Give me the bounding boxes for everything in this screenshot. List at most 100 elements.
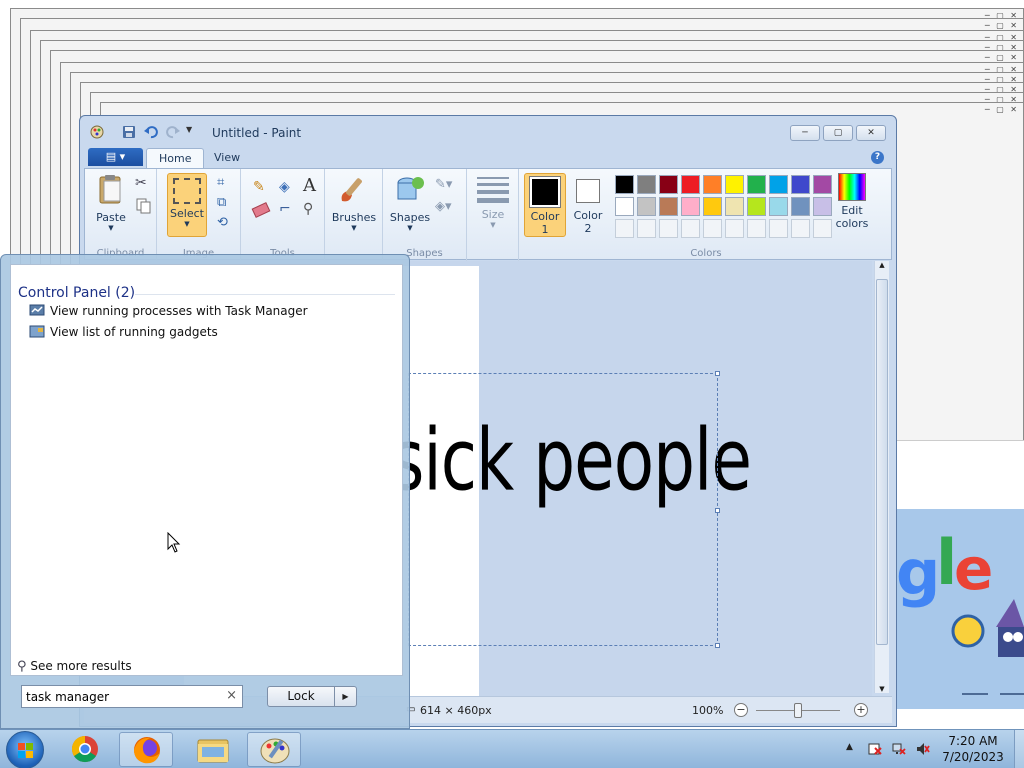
brushes-button[interactable]: Brushes ▼ — [329, 173, 379, 232]
palette-swatch[interactable] — [681, 175, 700, 194]
copy-icon[interactable] — [135, 197, 153, 215]
taskbar-paint[interactable] — [247, 732, 301, 767]
palette-swatch[interactable] — [725, 175, 744, 194]
color2-button[interactable]: Color 2 — [569, 173, 607, 235]
palette-swatch[interactable] — [615, 219, 634, 238]
help-icon[interactable]: ? — [871, 151, 884, 164]
palette-swatch[interactable] — [659, 175, 678, 194]
scroll-thumb[interactable] — [876, 279, 888, 645]
taskbar-firefox[interactable] — [119, 732, 173, 767]
color-picker-icon[interactable]: ⌐ — [279, 201, 297, 219]
shape-fill-icon[interactable]: ◈▾ — [435, 199, 453, 217]
palette-swatch[interactable] — [747, 175, 766, 194]
outline-icon[interactable]: ✎▾ — [435, 177, 453, 195]
firefox-icon — [134, 737, 160, 764]
resize-icon[interactable]: ⧉ — [217, 195, 235, 213]
start-button[interactable] — [6, 731, 44, 768]
zoom-out-button[interactable]: − — [734, 703, 748, 717]
scroll-down-icon[interactable]: ▼ — [875, 685, 889, 693]
result-task-manager[interactable]: View running processes with Task Manager — [29, 301, 308, 321]
google-doodle: g l e — [896, 509, 1024, 709]
palette-swatch[interactable] — [725, 197, 744, 216]
palette-swatch[interactable] — [703, 197, 722, 216]
zoom-in-button[interactable]: + — [854, 703, 868, 717]
color2-label: Color — [573, 209, 603, 222]
power-options-arrow[interactable]: ▶ — [334, 686, 357, 707]
palette-swatch[interactable] — [769, 197, 788, 216]
palette-swatch[interactable] — [703, 175, 722, 194]
paint-title-bar[interactable]: ▼ Untitled - Paint ─ ▢ ✕ — [80, 116, 896, 146]
palette-swatch[interactable] — [747, 197, 766, 216]
cut-icon[interactable]: ✂ — [135, 175, 153, 193]
palette-swatch[interactable] — [791, 175, 810, 194]
palette-swatch[interactable] — [791, 197, 810, 216]
start-menu[interactable]: Control Panel (2) View running processes… — [0, 254, 410, 729]
save-icon[interactable] — [122, 125, 136, 139]
palette-swatch[interactable] — [681, 219, 700, 238]
crop-icon[interactable]: ⌗ — [217, 175, 235, 193]
palette-swatch[interactable] — [615, 175, 634, 194]
show-hidden-icons[interactable]: ▲ — [846, 742, 853, 752]
eraser-icon[interactable] — [251, 202, 271, 218]
clear-search-icon[interactable]: × — [226, 688, 237, 703]
taskbar-explorer[interactable] — [186, 732, 240, 767]
result-gadgets[interactable]: View list of running gadgets — [29, 322, 218, 342]
palette-swatch[interactable] — [681, 197, 700, 216]
palette-swatch[interactable] — [703, 219, 722, 238]
selection-handle[interactable] — [715, 643, 720, 648]
palette-swatch[interactable] — [659, 219, 678, 238]
undo-icon[interactable] — [144, 125, 158, 139]
zoom-slider-thumb[interactable] — [794, 703, 802, 718]
see-more-results[interactable]: ⚲ See more results — [17, 658, 132, 675]
volume-muted-icon[interactable] — [916, 742, 930, 756]
selection-handle[interactable] — [715, 371, 720, 376]
palette-swatch[interactable] — [769, 175, 788, 194]
palette-swatch[interactable] — [791, 219, 810, 238]
color1-button[interactable]: Color 1 — [524, 173, 566, 237]
close-button[interactable]: ✕ — [856, 125, 886, 141]
pencil-icon[interactable]: ✎ — [253, 179, 271, 197]
size-button[interactable]: Size ▼ — [473, 173, 513, 229]
scroll-up-icon[interactable]: ▲ — [875, 261, 889, 269]
minimize-button[interactable]: ─ — [790, 125, 820, 141]
palette-swatch[interactable] — [769, 219, 788, 238]
palette-swatch[interactable] — [659, 197, 678, 216]
fill-icon[interactable]: ◈ — [279, 179, 297, 197]
shapes-button[interactable]: Shapes ▼ — [387, 173, 433, 232]
explorer-icon — [197, 739, 229, 763]
qat-dropdown-icon[interactable]: ▼ — [186, 125, 192, 134]
palette-swatch[interactable] — [615, 197, 634, 216]
text-icon[interactable]: A — [303, 175, 321, 196]
select-button[interactable]: Select ▼ — [167, 173, 207, 237]
shapes-label: Shapes — [389, 211, 431, 224]
edit-colors-label-1: Edit — [841, 204, 863, 217]
search-input[interactable] — [26, 688, 220, 705]
results-heading[interactable]: Control Panel (2) — [18, 285, 135, 301]
palette-swatch[interactable] — [637, 197, 656, 216]
redo-icon[interactable] — [166, 125, 180, 139]
palette-swatch[interactable] — [747, 219, 766, 238]
edit-colors-button[interactable]: Edit colors — [827, 173, 877, 230]
magnifier-icon[interactable]: ⚲ — [303, 201, 321, 219]
maximize-button[interactable]: ▢ — [823, 125, 853, 141]
paint-menu-button[interactable]: ▤ ▾ — [88, 148, 143, 166]
paint-app-icon[interactable] — [90, 125, 104, 139]
palette-swatch[interactable] — [637, 219, 656, 238]
selection-handle[interactable] — [715, 508, 720, 513]
tab-home[interactable]: Home — [146, 148, 205, 168]
paste-button[interactable]: Paste ▼ — [91, 173, 131, 232]
tab-view[interactable]: View — [202, 148, 252, 168]
clock[interactable]: 7:20 AM 7/20/2023 — [938, 733, 1008, 765]
show-desktop-button[interactable] — [1014, 730, 1024, 768]
ribbon: Paste ▼ ✂ Clipboard Select ▼ ⌗ ⧉ ⟲ Image… — [84, 168, 892, 261]
selection-rectangle[interactable] — [408, 371, 720, 648]
vertical-scrollbar[interactable]: ▲ ▼ — [874, 261, 889, 693]
taskbar-chrome[interactable] — [58, 732, 112, 767]
action-center-icon[interactable] — [868, 742, 882, 756]
lock-button[interactable]: Lock — [267, 686, 335, 707]
palette-swatch[interactable] — [725, 219, 744, 238]
start-search-box[interactable]: × — [21, 685, 243, 708]
rotate-icon[interactable]: ⟲ — [217, 215, 235, 233]
palette-swatch[interactable] — [637, 175, 656, 194]
network-icon[interactable] — [892, 742, 906, 756]
